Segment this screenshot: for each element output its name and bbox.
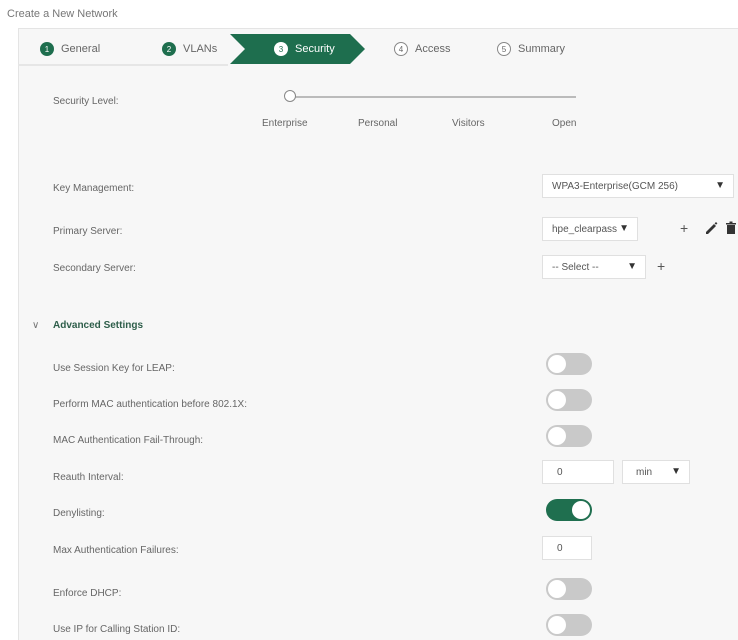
enforce-dhcp-label: Enforce DHCP: [53, 588, 122, 599]
level-option-enterprise[interactable]: Enterprise [262, 118, 308, 129]
secondary-server-select[interactable]: -- Select -- ▼ [542, 255, 646, 279]
denylisting-toggle[interactable] [546, 499, 592, 521]
session-key-leap-toggle[interactable] [546, 353, 592, 375]
reauth-interval-input[interactable]: 0 [542, 460, 614, 484]
toggle-knob [548, 580, 566, 598]
ip-calling-station-label: Use IP for Calling Station ID: [53, 624, 181, 635]
mac-auth-fail-through-toggle[interactable] [546, 425, 592, 447]
enforce-dhcp-toggle[interactable] [546, 578, 592, 600]
wizard-step-summary[interactable]: 5 Summary [497, 34, 565, 64]
toggle-knob [548, 391, 566, 409]
max-auth-failures-label: Max Authentication Failures: [53, 545, 179, 556]
caret-down-icon: ▼ [715, 180, 725, 191]
step-number: 3 [274, 42, 288, 56]
denylisting-label: Denylisting: [53, 508, 105, 519]
step-label: Security [295, 43, 335, 55]
toggle-knob [548, 616, 566, 634]
step-label: VLANs [183, 43, 218, 55]
advanced-settings-title[interactable]: Advanced Settings [53, 320, 143, 331]
select-value: min [636, 466, 653, 478]
step-label: Summary [518, 43, 566, 55]
select-value: -- Select -- [552, 261, 599, 273]
step-number: 1 [40, 42, 54, 56]
step-number: 5 [497, 42, 511, 56]
wizard-step-access[interactable]: 4 Access [394, 34, 450, 64]
step-number: 4 [394, 42, 408, 56]
session-key-leap-label: Use Session Key for LEAP: [53, 363, 175, 374]
toggle-knob [572, 501, 590, 519]
wizard-step-security[interactable]: 3 Security [274, 34, 335, 64]
reauth-unit-select[interactable]: min ▼ [622, 460, 690, 484]
page-title: Create a New Network [7, 8, 118, 20]
caret-down-icon: ▼ [671, 466, 681, 477]
secondary-server-label: Secondary Server: [53, 263, 136, 274]
pencil-icon[interactable] [704, 221, 718, 235]
security-level-track[interactable] [292, 96, 576, 98]
select-value: WPA3-Enterprise(GCM 256) [552, 180, 678, 192]
key-management-select[interactable]: WPA3-Enterprise(GCM 256) ▼ [542, 174, 734, 198]
level-option-visitors[interactable]: Visitors [452, 118, 485, 129]
select-value: hpe_clearpass [552, 223, 618, 235]
security-level-knob[interactable] [284, 90, 296, 102]
level-option-open[interactable]: Open [552, 118, 576, 129]
wizard-step-vlans[interactable]: 2 VLANs [162, 34, 217, 64]
key-management-label: Key Management: [53, 183, 135, 194]
trash-icon[interactable] [725, 221, 737, 235]
chevron-down-icon[interactable]: ∨ [32, 320, 39, 331]
plus-icon[interactable]: + [680, 221, 688, 235]
reauth-interval-label: Reauth Interval: [53, 472, 124, 483]
step-label: General [61, 43, 101, 55]
caret-down-icon: ▼ [619, 223, 629, 234]
mac-auth-fail-through-label: MAC Authentication Fail-Through: [53, 435, 204, 446]
mac-auth-before-8021x-label: Perform MAC authentication before 802.1X… [53, 399, 247, 410]
step-label: Access [415, 43, 451, 55]
wizard-step-general[interactable]: 1 General [40, 34, 100, 64]
ip-calling-station-toggle[interactable] [546, 614, 592, 636]
step-number: 2 [162, 42, 176, 56]
caret-down-icon: ▼ [627, 261, 637, 272]
primary-server-select[interactable]: hpe_clearpass ▼ [542, 217, 638, 241]
primary-server-label: Primary Server: [53, 226, 123, 237]
mac-auth-before-8021x-toggle[interactable] [546, 389, 592, 411]
max-auth-failures-input[interactable]: 0 [542, 536, 592, 560]
wizard-steps: 1 General 2 VLANs [18, 34, 738, 64]
plus-icon[interactable]: + [657, 259, 665, 273]
level-option-personal[interactable]: Personal [358, 118, 397, 129]
security-level-label: Security Level: [53, 96, 119, 107]
toggle-knob [548, 355, 566, 373]
toggle-knob [548, 427, 566, 445]
tab-underline [18, 64, 228, 66]
